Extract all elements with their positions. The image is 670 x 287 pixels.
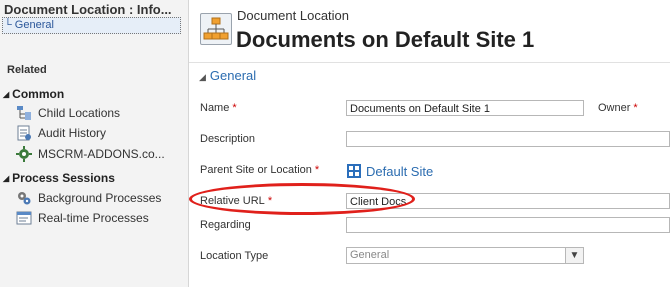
name-field[interactable]: Documents on Default Site 1 [346, 100, 584, 116]
sidebar-item-mscrm-addons[interactable]: MSCRM-ADDONS.co... [16, 145, 165, 163]
related-heading: Related [7, 64, 47, 76]
audit-history-icon [17, 125, 31, 141]
sidebar-item-background-processes[interactable]: Background Processes [16, 189, 161, 207]
location-type-label: Location Type [200, 250, 269, 262]
sidebar-item-general[interactable]: └ General [2, 17, 181, 34]
required-asterisk: * [633, 102, 638, 114]
relative-url-label-text: Relative URL [200, 195, 265, 207]
parent-location-lookup[interactable]: Default Site [346, 161, 433, 181]
sharepoint-site-icon [347, 164, 361, 178]
page-title: Documents on Default Site 1 [236, 27, 535, 52]
required-asterisk: * [267, 195, 273, 207]
owner-label-text: Owner [598, 102, 631, 114]
regarding-label: Regarding [200, 219, 251, 231]
header-divider [189, 62, 670, 63]
sidebar-item-realtime-processes[interactable]: Real-time Processes [16, 209, 149, 227]
addon-gear-icon [16, 146, 32, 162]
collapse-triangle-icon: ◢ [3, 90, 10, 99]
sidebar-item-label: Audit History [38, 126, 107, 140]
parent-location-link[interactable]: Default Site [366, 164, 433, 179]
sidebar-item-label: Child Locations [38, 106, 121, 120]
sidebar-item-label: Background Processes [38, 191, 162, 205]
collapse-triangle-icon: ◢ [199, 72, 206, 82]
process-gear-icon [18, 192, 31, 205]
section-general-header[interactable]: ◢ General [199, 68, 256, 83]
relative-url-field[interactable]: Client Docs [346, 193, 670, 209]
required-asterisk: * [232, 102, 237, 114]
sidebar-item-child-locations[interactable]: Child Locations [16, 104, 120, 122]
sidebar-item-label: MSCRM-ADDONS.co... [38, 147, 165, 161]
section-title: General [209, 68, 257, 83]
hierarchy-icon [17, 106, 31, 120]
common-group[interactable]: ◢ Common [3, 87, 64, 101]
tree-corner-icon: └ [4, 19, 12, 31]
name-label-text: Name [200, 102, 230, 114]
relative-url-label: Relative URL * [200, 195, 272, 207]
entity-name: Document Location [237, 8, 350, 23]
parent-label-text: Parent Site or Location [200, 164, 312, 176]
group-label: Process Sessions [12, 171, 115, 185]
description-field[interactable] [346, 131, 670, 147]
location-type-value: General [350, 249, 390, 261]
sidebar-item-label: General [14, 19, 54, 31]
owner-label: Owner * [598, 102, 638, 114]
group-label: Common [12, 87, 65, 101]
collapse-triangle-icon: ◢ [3, 174, 10, 183]
sidebar: Document Location : Info... └ General Rel… [0, 0, 189, 287]
sidebar-item-audit-history[interactable]: Audit History [16, 124, 106, 142]
required-asterisk: * [314, 164, 320, 176]
main-form: Document Location Documents on Default S… [189, 0, 670, 287]
location-type-select[interactable]: General ▼ [346, 247, 584, 264]
realtime-process-icon [16, 211, 32, 225]
record-title: Document Location : Info... [4, 2, 172, 17]
document-location-icon [200, 13, 232, 45]
chevron-down-icon[interactable]: ▼ [565, 248, 583, 263]
regarding-field[interactable] [346, 217, 670, 233]
process-sessions-group[interactable]: ◢ Process Sessions [3, 171, 115, 185]
sidebar-item-label: Real-time Processes [38, 211, 149, 225]
description-label: Description [200, 133, 256, 145]
name-label: Name * [200, 102, 237, 114]
parent-location-label: Parent Site or Location * [200, 164, 319, 176]
